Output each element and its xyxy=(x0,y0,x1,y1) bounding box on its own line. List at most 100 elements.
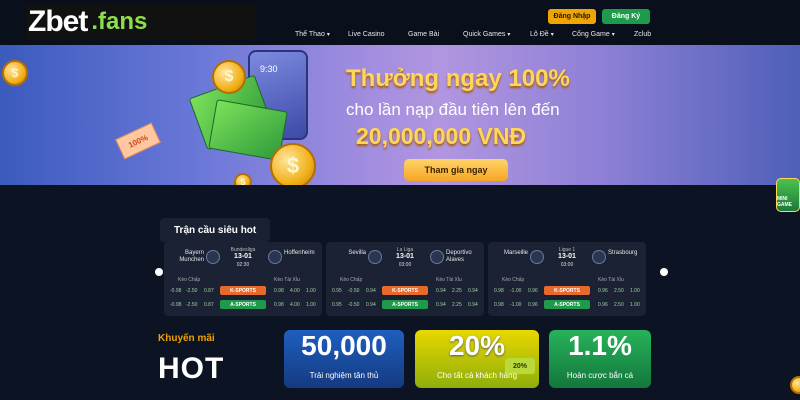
coin-symbol: $ xyxy=(286,153,300,178)
odd-value[interactable]: 0.96 xyxy=(598,302,608,308)
home-team-name: Sevilla xyxy=(348,250,366,256)
odd-value[interactable]: 4.00 xyxy=(290,302,300,308)
promotions-hot-heading: HOT xyxy=(158,352,225,385)
hero-banner[interactable]: $ 100% 9:30 $ $ $ Thưởng ngay 100% cho l… xyxy=(0,45,800,185)
nav-item-quick-games[interactable]: Quick Games ▾ xyxy=(463,31,510,38)
a-sports-button[interactable]: A-SPORTS xyxy=(382,300,428,309)
odd-value[interactable]: 0.94 xyxy=(468,288,478,294)
odd-value[interactable]: 0.87 xyxy=(204,302,214,308)
a-sports-button[interactable]: A-SPORTS xyxy=(544,300,590,309)
nav-item-zclub[interactable]: Zclub xyxy=(634,31,651,38)
ticket-icon: 100% xyxy=(115,122,161,160)
odd-value[interactable]: 0.98 xyxy=(274,288,284,294)
odd-value[interactable]: 2.25 xyxy=(452,288,462,294)
handicap-label: Kèo Chấp xyxy=(178,277,201,283)
odd-value[interactable]: 1.00 xyxy=(306,302,316,308)
hero-subtitle: cho lần nạp đầu tiên lên đến xyxy=(346,100,560,119)
hero-title: Thưởng ngay 100% xyxy=(346,65,570,92)
promo-card-fish-rebate[interactable]: 1.1% Hoàn cược bắn cá xyxy=(549,330,651,388)
odd-value[interactable]: 0.94 xyxy=(366,302,376,308)
overunder-label: Kèo Tài Xỉu xyxy=(436,277,462,283)
next-arrow-icon[interactable] xyxy=(660,268,668,276)
odd-value[interactable]: 0.94 xyxy=(436,302,446,308)
mini-game-button[interactable]: MINI GAME xyxy=(776,178,800,212)
nav-item-the-thao[interactable]: Thể Thao ▾ xyxy=(295,31,330,38)
top-header: Zbet .fans Đăng Nhập Đăng Ký Thể Thao ▾ L… xyxy=(0,0,800,45)
handicap-label: Kèo Chấp xyxy=(502,277,525,283)
home-team-name: Marseille xyxy=(503,250,528,256)
odd-value[interactable]: 0.94 xyxy=(468,302,478,308)
odd-value[interactable]: 0.98 xyxy=(494,288,504,294)
nav-item-game-bai[interactable]: Game Bài xyxy=(408,31,439,38)
nav-label: Quick Games xyxy=(463,31,506,38)
home-team-name: Bayern Munchen xyxy=(179,250,204,263)
odd-value[interactable]: 2.25 xyxy=(452,302,462,308)
odd-value[interactable]: -0.50 xyxy=(348,288,359,294)
odd-value[interactable]: 0.94 xyxy=(366,288,376,294)
nav-item-live-casino[interactable]: Live Casino xyxy=(348,31,385,38)
prev-arrow-icon[interactable] xyxy=(155,268,163,276)
odd-value[interactable]: 0.96 xyxy=(528,288,538,294)
odd-value[interactable]: -0.98 xyxy=(170,302,181,308)
nav-item-cong-game[interactable]: Cổng Game ▾ xyxy=(572,31,615,38)
promo-value: 1.1% xyxy=(568,330,632,361)
mini-game-label: MINI GAME xyxy=(777,196,792,208)
nav-item-lo-de[interactable]: Lô Đề ▾ xyxy=(530,31,554,38)
odd-value[interactable]: 0.96 xyxy=(528,302,538,308)
nav-label: Thể Thao xyxy=(295,31,325,38)
join-now-button[interactable]: Tham gia ngay xyxy=(404,159,508,181)
match-time: 03:00 xyxy=(560,262,574,268)
promo-description: Cho tất cả khách hàng xyxy=(436,371,518,380)
promo-card-all-customers[interactable]: 20% 20% Cho tất cả khách hàng xyxy=(415,330,539,388)
odd-value[interactable]: 1.00 xyxy=(630,288,640,294)
promo-description: Hoàn cược bắn cá xyxy=(566,371,634,380)
coin-symbol: $ xyxy=(224,68,234,85)
chevron-down-icon: ▾ xyxy=(550,32,554,38)
k-sports-button[interactable]: K-SPORTS xyxy=(220,286,266,295)
odd-value[interactable]: 1.00 xyxy=(630,302,640,308)
odd-value[interactable]: 2.50 xyxy=(614,302,624,308)
ticket-text: 100% xyxy=(126,132,150,150)
odd-value[interactable]: 4.00 xyxy=(290,288,300,294)
chevron-down-icon: ▾ xyxy=(507,32,511,38)
odd-value[interactable]: 0.98 xyxy=(274,302,284,308)
promo-card-newbie[interactable]: 50,000 Trải nghiệm tân thủ xyxy=(284,330,404,388)
odd-value[interactable]: 1.00 xyxy=(306,288,316,294)
login-button[interactable]: Đăng Nhập xyxy=(548,9,596,24)
odd-value[interactable]: -2.50 xyxy=(186,288,197,294)
k-sports-button[interactable]: K-SPORTS xyxy=(544,286,590,295)
a-sports-button[interactable]: A-SPORTS xyxy=(220,300,266,309)
team-crest-icon xyxy=(268,250,282,264)
odd-value[interactable]: -0.98 xyxy=(170,288,181,294)
odd-value[interactable]: 2.50 xyxy=(614,288,624,294)
coin-icon: $ xyxy=(234,173,252,185)
main-nav: Thể Thao ▾ Live Casino Game Bài Quick Gam… xyxy=(0,31,800,43)
odd-value[interactable]: 0.95 xyxy=(332,288,342,294)
odd-value[interactable]: 0.87 xyxy=(204,288,214,294)
away-team-name: Hoffenheim xyxy=(284,250,315,256)
nav-label: Game Bài xyxy=(408,31,440,38)
odd-value[interactable]: 0.95 xyxy=(332,302,342,308)
match-card[interactable]: Bayern Munchen Bundesliga 13-01 02:30 Ho… xyxy=(164,242,322,316)
nav-label: Live Casino xyxy=(348,31,385,38)
odd-value[interactable]: 0.96 xyxy=(598,288,608,294)
team-crest-icon xyxy=(206,250,220,264)
odd-value[interactable]: -1.00 xyxy=(510,302,521,308)
match-date: 13-01 xyxy=(558,253,576,260)
match-card[interactable]: Sevilla La Liga 13-01 03:00 Deportivo Al… xyxy=(326,242,484,316)
odd-value[interactable]: -2.50 xyxy=(186,302,197,308)
odd-value[interactable]: 0.94 xyxy=(436,288,446,294)
odd-value[interactable]: -0.50 xyxy=(348,302,359,308)
chevron-down-icon: ▾ xyxy=(611,32,615,38)
coin-icon: $ xyxy=(270,143,316,185)
match-date: 13-01 xyxy=(234,253,252,260)
register-button[interactable]: Đăng Ký xyxy=(602,9,650,24)
promo-value: 50,000 xyxy=(301,330,387,361)
odd-value[interactable]: -1.00 xyxy=(510,288,521,294)
odd-value[interactable]: 0.98 xyxy=(494,302,504,308)
k-sports-button[interactable]: K-SPORTS xyxy=(382,286,428,295)
match-card[interactable]: Marseille Ligue 1 13-01 03:00 Strasbourg… xyxy=(488,242,646,316)
overunder-label: Kèo Tài Xỉu xyxy=(274,277,300,283)
team-crest-icon xyxy=(368,250,382,264)
away-team-name: Deportivo Alaves xyxy=(446,250,472,263)
